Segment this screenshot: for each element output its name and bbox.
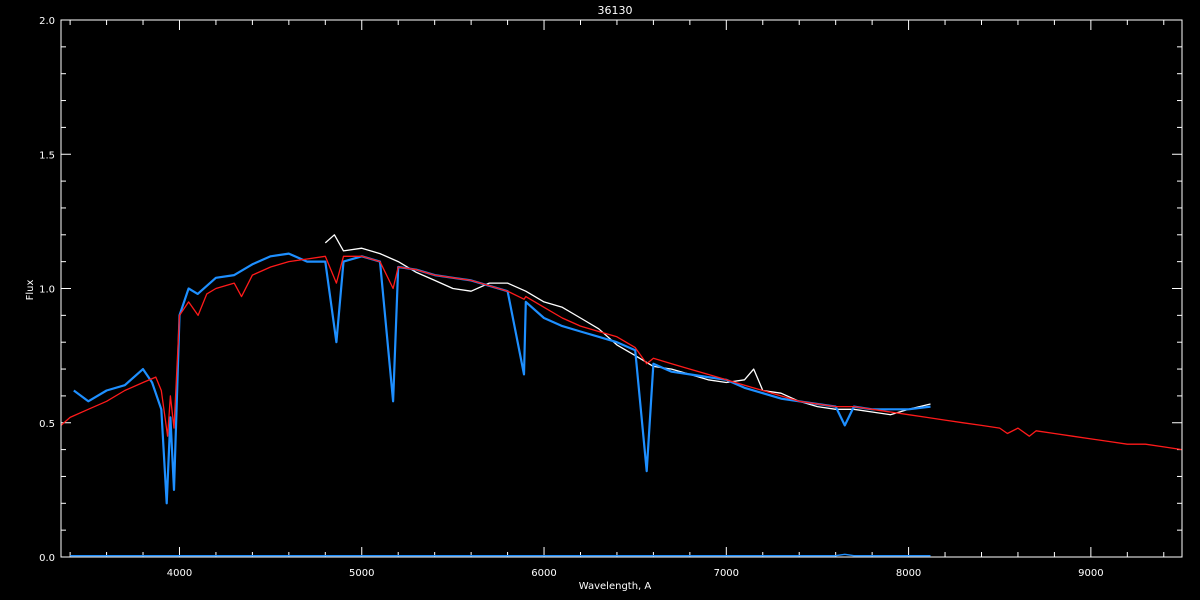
y-tick-label: 2.0 [39,16,55,27]
x-axis-label: Wavelength, A [579,581,652,592]
x-tick-label: 9000 [1078,568,1103,579]
x-tick-label: 6000 [531,568,556,579]
chart-title: 36130 [598,4,633,17]
plot-background [0,0,1200,600]
y-tick-label: 0.0 [39,553,55,564]
y-tick-label: 1.0 [39,285,55,296]
x-tick-label: 8000 [896,568,921,579]
x-tick-label: 5000 [349,568,374,579]
spectrum-plot: 36130 Wavelength, A Flux 4000 5000 6000 700… [0,0,1200,600]
x-tick-label: 7000 [714,568,739,579]
y-tick-label: 0.5 [39,419,55,430]
x-tick-label: 4000 [167,568,192,579]
y-tick-label: 1.5 [39,150,55,161]
y-axis-label: Flux [25,280,36,301]
